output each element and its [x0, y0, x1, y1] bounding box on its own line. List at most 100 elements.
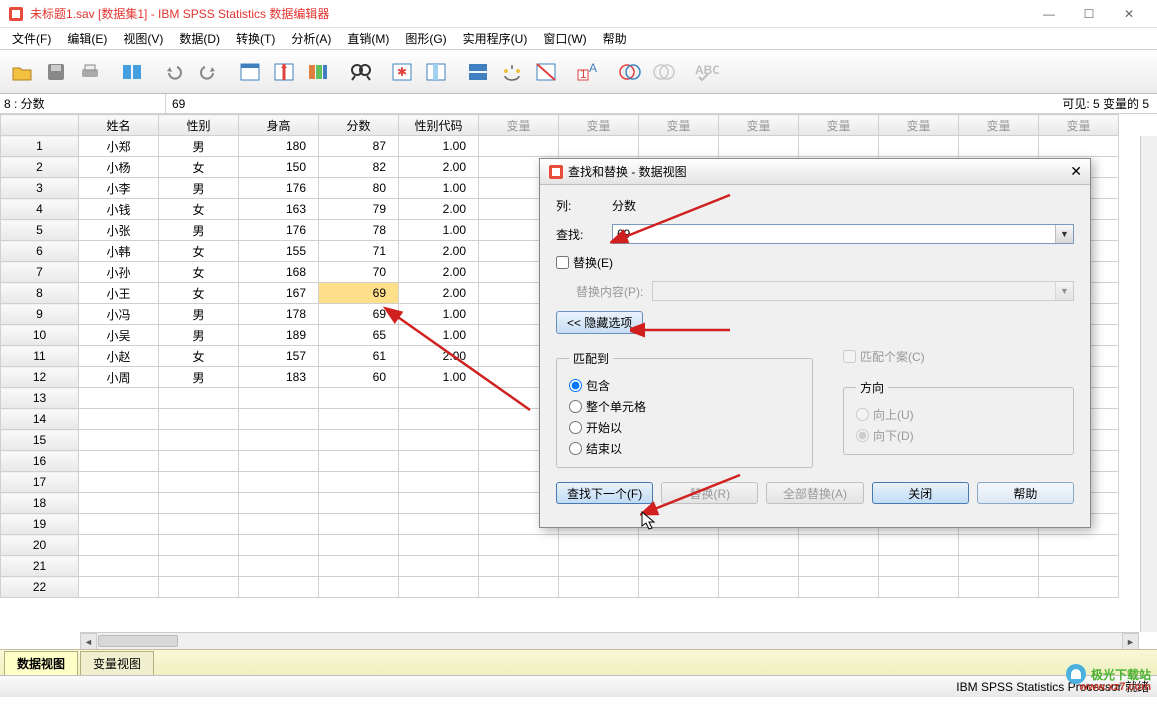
cell[interactable]: 女	[159, 199, 239, 220]
row-header[interactable]: 19	[1, 514, 79, 535]
empty-cell[interactable]	[799, 136, 879, 157]
cell[interactable]: 168	[239, 262, 319, 283]
dialog-close-button[interactable]: ✕	[1070, 163, 1082, 180]
empty-cell[interactable]	[319, 409, 399, 430]
match-start-radio[interactable]	[569, 421, 582, 434]
column-header[interactable]: 分数	[319, 115, 399, 136]
menu-window[interactable]: 窗口(W)	[535, 28, 594, 49]
empty-cell[interactable]	[159, 409, 239, 430]
menu-file[interactable]: 文件(F)	[4, 28, 59, 49]
empty-cell[interactable]	[799, 577, 879, 598]
find-input[interactable]	[612, 224, 1074, 244]
row-header[interactable]: 22	[1, 577, 79, 598]
cell[interactable]: 2.00	[399, 157, 479, 178]
insert-case-icon[interactable]: ✱	[386, 56, 418, 88]
cell[interactable]: 女	[159, 283, 239, 304]
empty-cell[interactable]	[799, 535, 879, 556]
cell[interactable]: 87	[319, 136, 399, 157]
empty-cell[interactable]	[239, 514, 319, 535]
empty-cell[interactable]	[319, 430, 399, 451]
row-header[interactable]: 4	[1, 199, 79, 220]
close-dialog-button[interactable]: 关闭	[872, 482, 969, 504]
cell[interactable]: 176	[239, 220, 319, 241]
empty-cell[interactable]	[399, 535, 479, 556]
cell[interactable]: 小吴	[79, 325, 159, 346]
cell[interactable]: 69	[319, 304, 399, 325]
close-button[interactable]: ✕	[1109, 0, 1149, 28]
empty-cell[interactable]	[159, 388, 239, 409]
empty-cell[interactable]	[319, 556, 399, 577]
tab-data-view[interactable]: 数据视图	[4, 651, 78, 675]
column-header[interactable]: 性别	[159, 115, 239, 136]
empty-cell[interactable]	[719, 136, 799, 157]
empty-cell[interactable]	[879, 556, 959, 577]
empty-cell[interactable]	[1039, 556, 1119, 577]
menu-help[interactable]: 帮助	[595, 28, 635, 49]
cell[interactable]: 189	[239, 325, 319, 346]
cell[interactable]: 男	[159, 136, 239, 157]
empty-cell[interactable]	[399, 556, 479, 577]
table-row[interactable]: 1 小郑 男 180 87 1.00	[1, 136, 1119, 157]
empty-column-header[interactable]: 变量	[719, 115, 799, 136]
cell[interactable]: 小钱	[79, 199, 159, 220]
scroll-right-icon[interactable]: ►	[1122, 633, 1139, 649]
empty-cell[interactable]	[399, 409, 479, 430]
empty-cell[interactable]	[319, 388, 399, 409]
cell[interactable]: 1.00	[399, 220, 479, 241]
goto-case-icon[interactable]	[234, 56, 266, 88]
weight-icon[interactable]	[496, 56, 528, 88]
menu-view[interactable]: 视图(V)	[115, 28, 171, 49]
row-header[interactable]: 2	[1, 157, 79, 178]
scroll-left-icon[interactable]: ◄	[80, 633, 97, 649]
minimize-button[interactable]: —	[1029, 0, 1069, 28]
sets-grey-icon[interactable]	[648, 56, 680, 88]
empty-cell[interactable]	[79, 430, 159, 451]
cell[interactable]: 2.00	[399, 262, 479, 283]
empty-cell[interactable]	[1039, 535, 1119, 556]
table-row[interactable]: 22	[1, 577, 1119, 598]
find-next-button[interactable]: 查找下一个(F)	[556, 482, 653, 504]
cell[interactable]: 82	[319, 157, 399, 178]
row-header[interactable]: 10	[1, 325, 79, 346]
empty-cell[interactable]	[559, 535, 639, 556]
row-header[interactable]: 3	[1, 178, 79, 199]
cell[interactable]: 176	[239, 178, 319, 199]
cell[interactable]: 男	[159, 304, 239, 325]
scroll-thumb[interactable]	[98, 635, 178, 647]
empty-cell[interactable]	[79, 388, 159, 409]
row-header[interactable]: 8	[1, 283, 79, 304]
empty-column-header[interactable]: 变量	[959, 115, 1039, 136]
replace-checkbox[interactable]	[556, 256, 569, 269]
empty-cell[interactable]	[479, 556, 559, 577]
cell[interactable]: 163	[239, 199, 319, 220]
empty-cell[interactable]	[959, 556, 1039, 577]
corner-header[interactable]	[1, 115, 79, 136]
empty-cell[interactable]	[79, 493, 159, 514]
dialog-titlebar[interactable]: 查找和替换 - 数据视图 ✕	[540, 159, 1090, 185]
cell[interactable]: 小李	[79, 178, 159, 199]
print-icon[interactable]	[74, 56, 106, 88]
table-row[interactable]: 20	[1, 535, 1119, 556]
tab-variable-view[interactable]: 变量视图	[80, 651, 154, 675]
select-cases-icon[interactable]	[530, 56, 562, 88]
menu-utilities[interactable]: 实用程序(U)	[455, 28, 536, 49]
empty-cell[interactable]	[79, 409, 159, 430]
menu-data[interactable]: 数据(D)	[171, 28, 228, 49]
save-icon[interactable]	[40, 56, 72, 88]
cell[interactable]: 小冯	[79, 304, 159, 325]
sets-icon[interactable]	[614, 56, 646, 88]
find-icon[interactable]	[344, 56, 376, 88]
cell[interactable]: 167	[239, 283, 319, 304]
hide-options-button[interactable]: << 隐藏选项	[556, 311, 643, 334]
cell[interactable]: 小张	[79, 220, 159, 241]
cell[interactable]: 1.00	[399, 367, 479, 388]
empty-cell[interactable]	[79, 577, 159, 598]
cell[interactable]: 1.00	[399, 136, 479, 157]
maximize-button[interactable]: ☐	[1069, 0, 1109, 28]
empty-cell[interactable]	[399, 430, 479, 451]
empty-cell[interactable]	[159, 472, 239, 493]
undo-icon[interactable]	[158, 56, 190, 88]
empty-column-header[interactable]: 变量	[559, 115, 639, 136]
empty-column-header[interactable]: 变量	[639, 115, 719, 136]
empty-cell[interactable]	[399, 388, 479, 409]
